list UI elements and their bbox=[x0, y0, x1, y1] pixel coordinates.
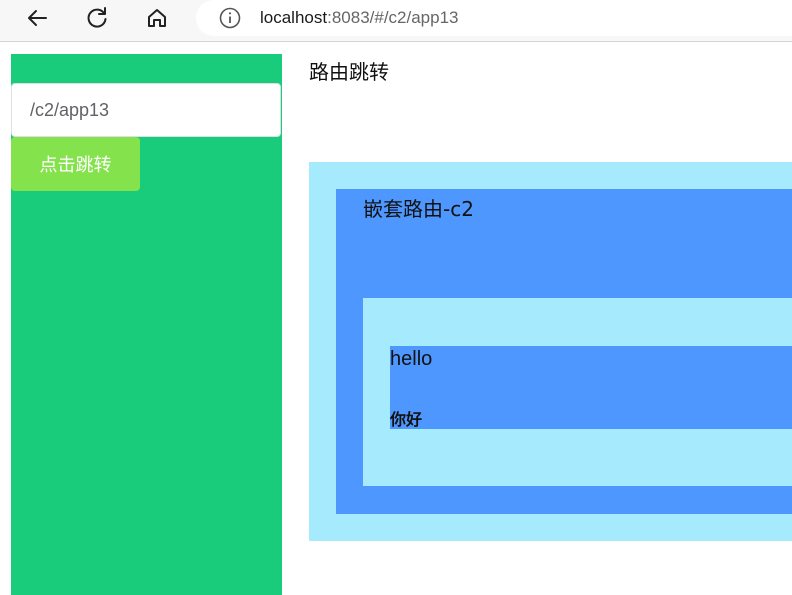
home-button[interactable] bbox=[140, 3, 174, 33]
url-text[interactable]: localhost:8083/#/c2/app13 bbox=[260, 6, 459, 30]
reload-button[interactable] bbox=[80, 3, 114, 33]
app13-component: hello 你好 bbox=[390, 346, 792, 429]
sidebar-panel: 点击跳转 bbox=[11, 54, 282, 595]
back-arrow-icon bbox=[28, 10, 47, 26]
address-bar[interactable]: localhost:8083/#/c2/app13 bbox=[196, 0, 792, 36]
nihao-text: 你好 bbox=[390, 410, 423, 429]
nested-router-view: hello 你好 bbox=[363, 298, 792, 486]
jump-button[interactable]: 点击跳转 bbox=[11, 137, 140, 191]
page-title: 路由跳转 bbox=[309, 60, 389, 84]
nested-route-title: 嵌套路由-c2 bbox=[363, 197, 474, 221]
home-icon bbox=[148, 9, 166, 27]
reload-icon bbox=[87, 7, 107, 28]
url-path: :8083/#/c2/app13 bbox=[327, 8, 459, 27]
nested-route-c2: 嵌套路由-c2 hello 你好 bbox=[336, 189, 792, 514]
back-button[interactable] bbox=[20, 3, 54, 33]
router-view-outer: 嵌套路由-c2 hello 你好 bbox=[309, 162, 792, 541]
hello-text: hello bbox=[390, 348, 433, 370]
browser-toolbar: localhost:8083/#/c2/app13 bbox=[0, 0, 792, 42]
route-input[interactable] bbox=[11, 83, 281, 137]
url-host: localhost bbox=[260, 8, 328, 27]
info-icon[interactable] bbox=[218, 6, 242, 30]
